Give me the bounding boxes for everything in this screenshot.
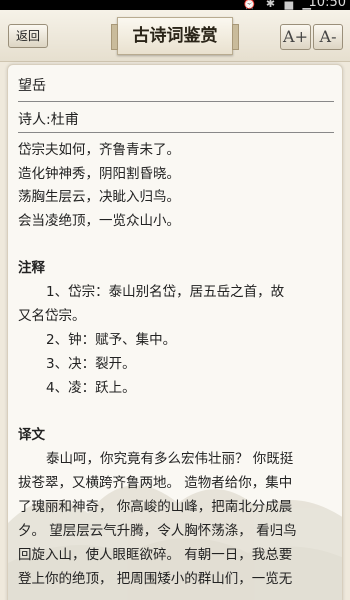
- translation-line: 拔苍翠，又横跨齐鲁两地。 造物者给你，集中: [18, 475, 293, 491]
- translation-line: 了瑰丽和神奇， 你高峻的山峰，把南北分成晨: [18, 499, 293, 515]
- poem-author: 诗人:杜甫: [18, 112, 79, 128]
- note-item: 3、决：裂开。: [46, 356, 136, 372]
- note-item: 1、岱宗：泰山别名岱，居五岳之首，故: [46, 284, 285, 300]
- poem-line: 会当凌绝顶，一览众山小。: [18, 212, 180, 229]
- note-item: 2、钟：赋予、集中。: [46, 332, 177, 348]
- notes-heading: 注释: [18, 260, 45, 276]
- back-button[interactable]: 返回: [8, 24, 48, 48]
- note-item: 4、凌：跃上。: [46, 380, 136, 396]
- poem-body: 岱宗夫如何，齐鲁青未了。 造化钟神秀，阴阳割昏晓。 荡胸生层云，决眦入归鸟。 会…: [18, 139, 336, 591]
- translation-line: 登上你的绝顶， 把周围矮小的群山们，一览无: [18, 571, 293, 587]
- poem-line: 荡胸生层云，决眦入归鸟。: [18, 189, 180, 205]
- status-icons: ⏰ ✱ ▅ ▁: [242, 0, 314, 10]
- poem-line: 岱宗夫如何，齐鲁青未了。: [18, 142, 180, 158]
- page-title: 古诗词鉴赏: [111, 17, 239, 55]
- status-bar: ⏰ ✱ ▅ ▁ 10:50: [0, 0, 350, 10]
- translation-line: 泰山呵，你究竟有多么宏伟壮丽？ 你既挺: [46, 451, 294, 467]
- poem-line: 造化钟神秀，阴阳割昏晓。: [18, 165, 180, 182]
- divider: [18, 101, 334, 102]
- header-bar: 返回 古诗词鉴赏 A+ A-: [0, 10, 350, 62]
- poem-title: 望岳: [18, 78, 46, 94]
- status-time: 10:50: [308, 0, 346, 10]
- font-decrease-button[interactable]: A-: [313, 24, 343, 50]
- poem-card: 望岳 诗人:杜甫 岱宗夫如何，齐鲁青未了。 造化钟神秀，阴阳割昏晓。 荡胸生层云…: [7, 64, 343, 600]
- note-item: 又名岱宗。: [18, 308, 86, 324]
- font-increase-button[interactable]: A+: [280, 24, 311, 50]
- divider: [18, 132, 334, 133]
- translation-line: 夕。 望层层云气升腾，令人胸怀荡涤， 看归鸟: [18, 523, 297, 539]
- translation-heading: 译文: [18, 427, 45, 443]
- translation-line: 回旋入山，使人眼眶欲碎。 有朝一日，我总要: [18, 547, 293, 563]
